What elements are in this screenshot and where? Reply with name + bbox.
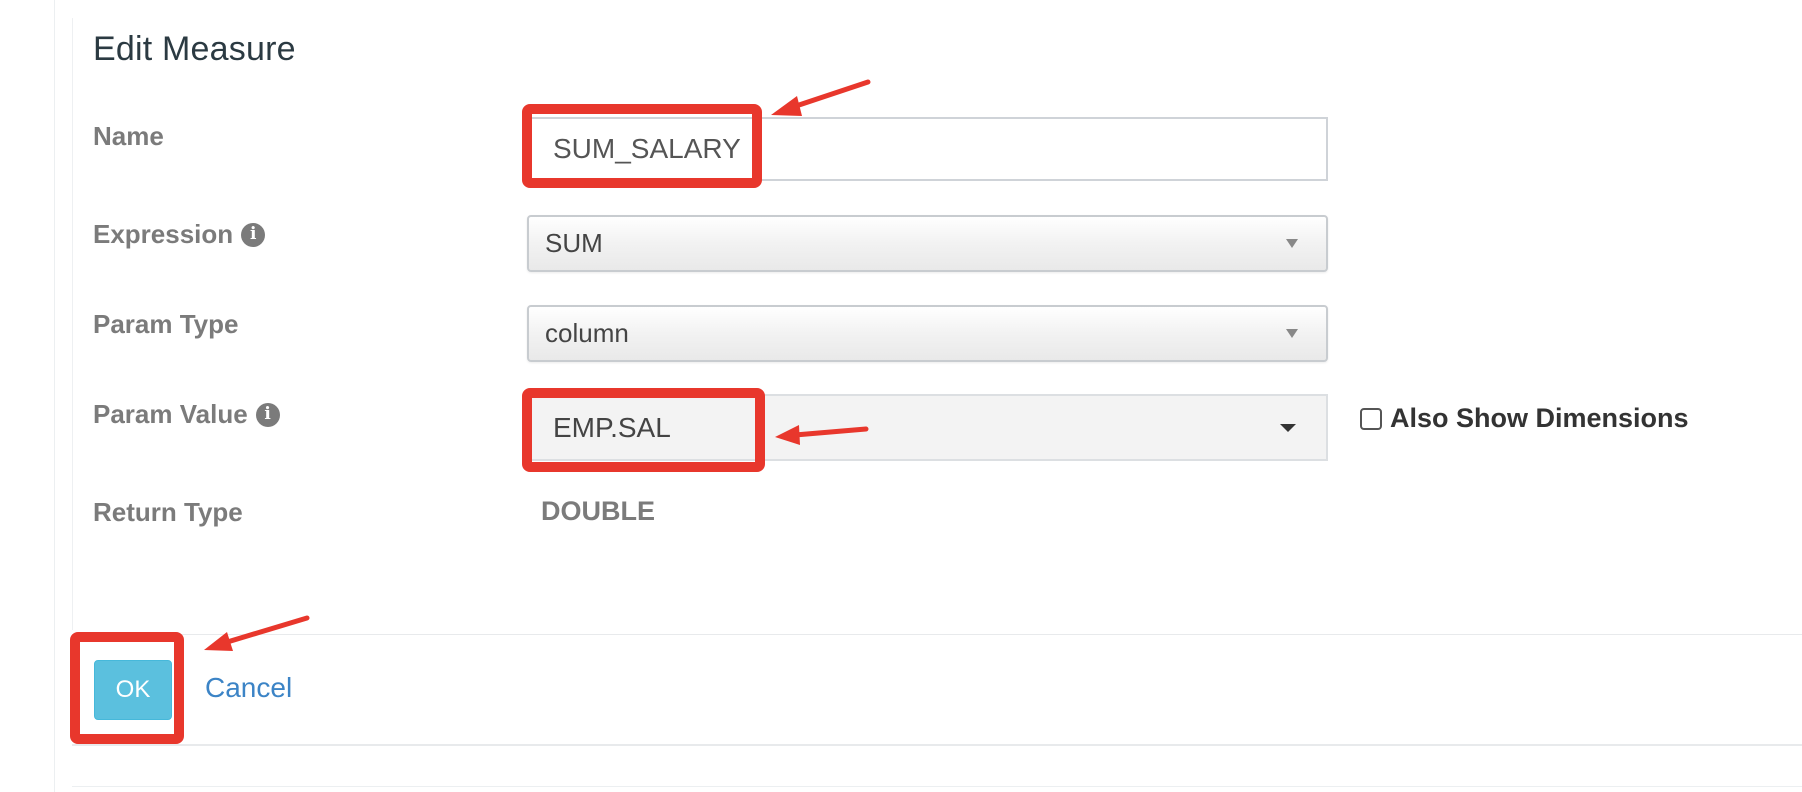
page-bottom-divider — [72, 786, 1802, 787]
name-input[interactable] — [527, 117, 1328, 181]
arrow-icon — [771, 79, 871, 116]
expression-label: Expression i — [93, 219, 266, 250]
ok-button[interactable]: OK — [94, 660, 172, 720]
param-value-select-value: EMP.SAL — [553, 411, 671, 443]
panel-left-border — [72, 18, 73, 630]
return-type-value: DOUBLE — [541, 496, 655, 526]
name-label-text: Name — [93, 121, 164, 151]
param-value-label: Param Value i — [93, 399, 280, 430]
dialog-title: Edit Measure — [93, 30, 296, 68]
info-icon[interactable]: i — [255, 402, 280, 427]
info-icon[interactable]: i — [241, 222, 266, 247]
also-show-dimensions-option[interactable]: Also Show Dimensions — [1360, 403, 1689, 434]
footer-divider — [72, 634, 1802, 635]
also-show-dimensions-checkbox[interactable] — [1360, 407, 1382, 430]
return-type-label-text: Return Type — [93, 497, 243, 527]
cancel-link[interactable]: Cancel — [205, 672, 292, 704]
name-label: Name — [93, 121, 164, 152]
expression-select[interactable]: SUM — [527, 215, 1328, 272]
chevron-down-icon — [1286, 329, 1298, 338]
also-show-dimensions-label: Also Show Dimensions — [1390, 403, 1689, 433]
param-value-select[interactable]: EMP.SAL — [527, 394, 1328, 461]
param-value-label-text: Param Value — [93, 399, 248, 429]
edit-measure-page: Edit Measure Name Expression i SUM Param… — [0, 0, 1802, 792]
return-type-label: Return Type — [93, 497, 243, 528]
expression-label-text: Expression — [93, 219, 234, 249]
param-type-select[interactable]: column — [527, 305, 1328, 362]
chevron-down-icon — [1286, 239, 1298, 248]
footer-bottom-divider — [72, 744, 1802, 746]
expression-select-value: SUM — [545, 228, 603, 258]
param-type-label-text: Param Type — [93, 309, 239, 339]
param-type-select-value: column — [545, 318, 629, 348]
caret-down-icon — [1280, 423, 1296, 432]
page-left-divider — [54, 0, 55, 792]
param-type-label: Param Type — [93, 309, 238, 340]
